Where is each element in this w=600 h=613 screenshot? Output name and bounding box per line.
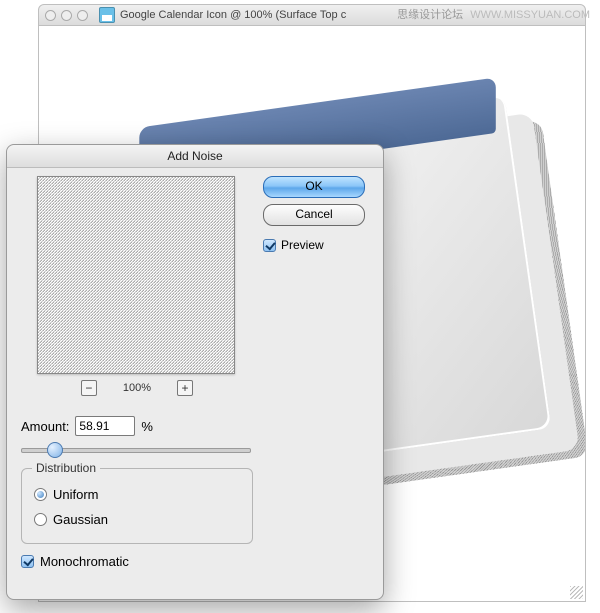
- dialog-body: − 100% + OK Cancel Preview Amount: % Dis…: [7, 168, 383, 188]
- distribution-legend: Distribution: [32, 461, 100, 475]
- window-controls: [45, 10, 88, 21]
- zoom-out-button[interactable]: −: [81, 380, 97, 396]
- amount-row: Amount: %: [21, 416, 153, 436]
- noise-preview[interactable]: [37, 176, 235, 374]
- resize-handle-icon[interactable]: [570, 586, 583, 599]
- close-icon[interactable]: [45, 10, 56, 21]
- dialog-title: Add Noise: [7, 145, 383, 168]
- zoom-in-button[interactable]: +: [177, 380, 193, 396]
- document-icon: [99, 7, 115, 23]
- radio-uniform[interactable]: [34, 488, 47, 501]
- watermark-url: WWW.MISSYUAN.COM: [470, 9, 590, 21]
- minimize-icon[interactable]: [61, 10, 72, 21]
- distribution-gaussian[interactable]: Gaussian: [34, 512, 252, 527]
- ok-button[interactable]: OK: [263, 176, 365, 198]
- distribution-uniform[interactable]: Uniform: [34, 487, 252, 502]
- gaussian-label: Gaussian: [53, 512, 108, 527]
- dialog-buttons: OK Cancel Preview: [255, 176, 373, 252]
- preview-label: Preview: [281, 238, 324, 252]
- slider-thumb[interactable]: [47, 442, 63, 458]
- preview-checkbox[interactable]: [263, 239, 276, 252]
- radio-gaussian[interactable]: [34, 513, 47, 526]
- monochromatic-label: Monochromatic: [40, 554, 129, 569]
- amount-slider[interactable]: [21, 442, 251, 456]
- zoom-level: 100%: [123, 382, 151, 394]
- watermark-cn: 思缘设计论坛: [397, 9, 463, 21]
- distribution-group: Distribution Uniform Gaussian: [21, 468, 253, 544]
- uniform-label: Uniform: [53, 487, 99, 502]
- cancel-button[interactable]: Cancel: [263, 204, 365, 226]
- zoom-icon[interactable]: [77, 10, 88, 21]
- document-title: Google Calendar Icon @ 100% (Surface Top…: [120, 9, 346, 21]
- preview-toggle[interactable]: Preview: [263, 238, 324, 252]
- add-noise-dialog: Add Noise − 100% + OK Cancel Preview Amo…: [6, 144, 384, 600]
- amount-label: Amount:: [21, 419, 69, 434]
- zoom-controls: − 100% +: [37, 380, 237, 396]
- monochromatic-toggle[interactable]: Monochromatic: [21, 554, 129, 569]
- watermark: 思缘设计论坛 WWW.MISSYUAN.COM: [397, 6, 590, 22]
- monochromatic-checkbox[interactable]: [21, 555, 34, 568]
- amount-suffix: %: [141, 419, 153, 434]
- amount-input[interactable]: [75, 416, 135, 436]
